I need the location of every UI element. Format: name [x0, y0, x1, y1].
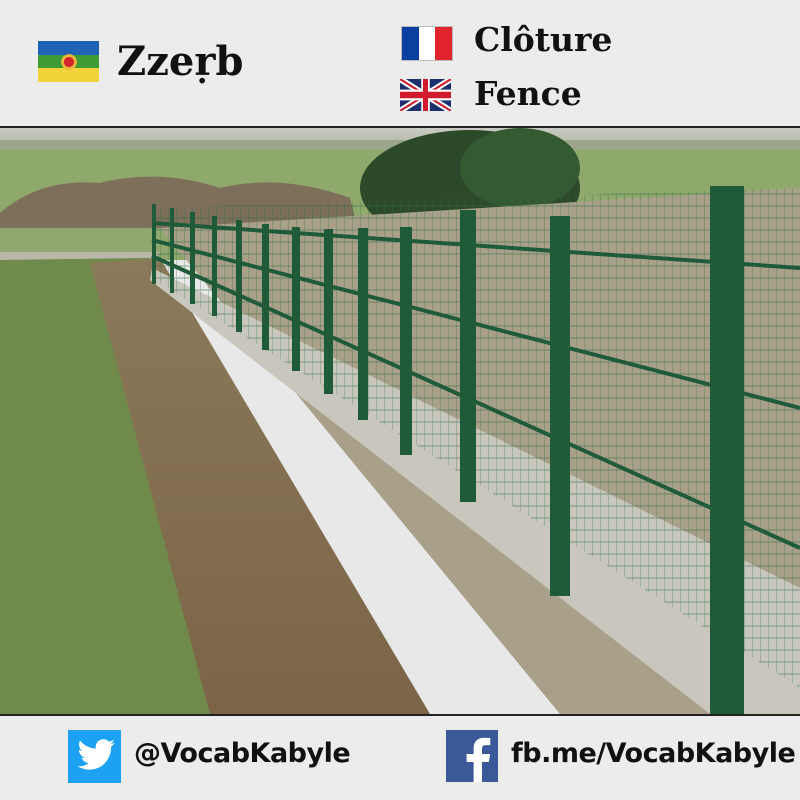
france-flag-icon — [401, 26, 453, 61]
uk-flag-icon — [400, 79, 451, 111]
facebook-link[interactable]: fb.me/VocabKabyle — [511, 738, 796, 769]
english-word: Fence — [474, 74, 582, 113]
kabyle-word: Zzeṛb — [117, 38, 244, 85]
french-word: Clôture — [474, 20, 613, 59]
twitter-handle[interactable]: @VocabKabyle — [134, 738, 351, 769]
twitter-icon[interactable] — [68, 730, 121, 783]
fence-photo — [0, 128, 800, 716]
kabyle-flag-icon — [38, 41, 99, 82]
facebook-icon[interactable] — [446, 730, 498, 782]
